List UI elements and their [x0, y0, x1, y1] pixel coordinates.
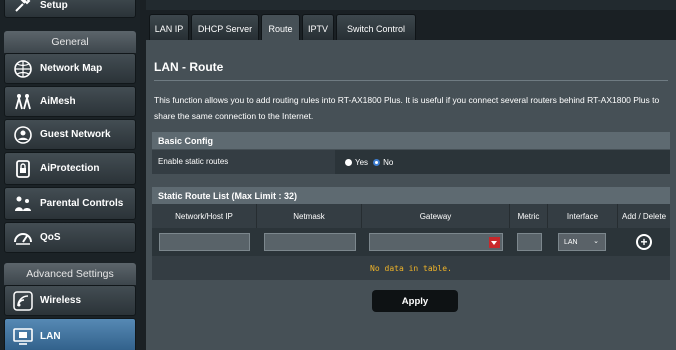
lan-icon: [12, 325, 34, 347]
tab-switch-control[interactable]: Switch Control: [336, 14, 416, 42]
parental-controls-icon: [12, 193, 34, 215]
sidebar-item-guest-network[interactable]: Guest Network: [4, 119, 136, 150]
sidebar-item-label: LAN: [40, 330, 61, 342]
netmask-input[interactable]: [264, 233, 356, 251]
sidebar-item-label: Setup: [40, 0, 68, 11]
shield-lock-icon: [12, 158, 34, 180]
add-route-button[interactable]: +: [636, 234, 652, 250]
content-area: LAN - Route This function allows you to …: [146, 40, 676, 350]
sidebar: Setup General Network Map AiMesh Guest N…: [0, 0, 140, 350]
basic-config-header: Basic Config: [152, 132, 670, 149]
sidebar-section-general: General: [4, 31, 136, 53]
sidebar-item-label: QoS: [40, 232, 61, 243]
plus-icon: +: [640, 235, 648, 249]
metric-input[interactable]: [517, 233, 542, 251]
sidebar-item-network-map[interactable]: Network Map: [4, 53, 136, 84]
quick-setup-icon: [12, 0, 34, 16]
sidebar-item-aimesh[interactable]: AiMesh: [4, 86, 136, 117]
sidebar-item-label: Network Map: [40, 63, 103, 74]
col-metric: Metric: [510, 204, 548, 228]
interface-select-value: LAN: [564, 238, 578, 246]
col-network-host-ip: Network/Host IP: [152, 204, 257, 228]
radio-no[interactable]: [373, 158, 381, 166]
interface-select[interactable]: LAN ⌄: [558, 233, 606, 251]
col-gateway: Gateway: [362, 204, 510, 228]
gateway-dropdown-button[interactable]: [489, 237, 500, 248]
network-host-ip-input[interactable]: [159, 233, 250, 251]
route-input-row: LAN ⌄ +: [152, 228, 670, 256]
sidebar-item-label: Parental Controls: [40, 198, 124, 209]
sidebar-item-setup[interactable]: Setup: [4, 0, 136, 18]
col-netmask: Netmask: [257, 204, 362, 228]
sidebar-item-parental-controls[interactable]: Parental Controls: [4, 187, 136, 220]
guest-network-icon: [12, 124, 34, 146]
enable-static-routes-row: Enable static routes Yes No: [152, 150, 670, 174]
enable-static-routes-label: Enable static routes: [158, 157, 229, 166]
sidebar-item-wireless[interactable]: Wireless: [4, 285, 136, 316]
static-route-list-header: Static Route List (Max Limit : 32): [152, 187, 670, 204]
qos-gauge-icon: [12, 227, 34, 249]
page-description: This function allows you to add routing …: [154, 95, 660, 121]
title-divider: [154, 80, 668, 81]
sidebar-section-advanced: Advanced Settings: [4, 263, 136, 285]
radio-yes-label[interactable]: Yes: [355, 158, 368, 167]
empty-table-message: No data in table.: [152, 256, 670, 280]
route-table-header: Network/Host IP Netmask Gateway Metric I…: [152, 204, 670, 228]
apply-button[interactable]: Apply: [372, 290, 458, 312]
tab-bar: LAN IP DHCP Server Route IPTV Switch Con…: [146, 10, 676, 42]
chevron-down-icon: ⌄: [593, 238, 599, 245]
tab-lan-ip[interactable]: LAN IP: [149, 14, 189, 42]
gateway-input[interactable]: [369, 233, 503, 251]
sidebar-item-label: AiProtection: [40, 163, 100, 174]
page-title: LAN - Route: [154, 60, 224, 74]
enable-static-routes-options: Yes No: [335, 150, 670, 174]
sidebar-item-qos[interactable]: QoS: [4, 222, 136, 253]
network-map-icon: [12, 58, 34, 80]
sidebar-item-aiprotection[interactable]: AiProtection: [4, 152, 136, 185]
wireless-icon: [12, 290, 34, 312]
col-interface: Interface: [548, 204, 618, 228]
radio-yes[interactable]: [345, 158, 352, 166]
sidebar-item-label: Guest Network: [40, 129, 111, 140]
col-add-delete: Add / Delete: [621, 211, 667, 221]
tab-route[interactable]: Route: [261, 14, 300, 42]
tab-dhcp-server[interactable]: DHCP Server: [191, 14, 259, 42]
tab-iptv[interactable]: IPTV: [302, 14, 334, 42]
sidebar-item-label: AiMesh: [40, 96, 76, 107]
sidebar-item-lan[interactable]: LAN: [4, 318, 136, 350]
aimesh-icon: [12, 91, 34, 113]
main-panel: LAN IP DHCP Server Route IPTV Switch Con…: [146, 0, 676, 350]
radio-no-label[interactable]: No: [383, 158, 393, 167]
sidebar-item-label: Wireless: [40, 295, 82, 306]
